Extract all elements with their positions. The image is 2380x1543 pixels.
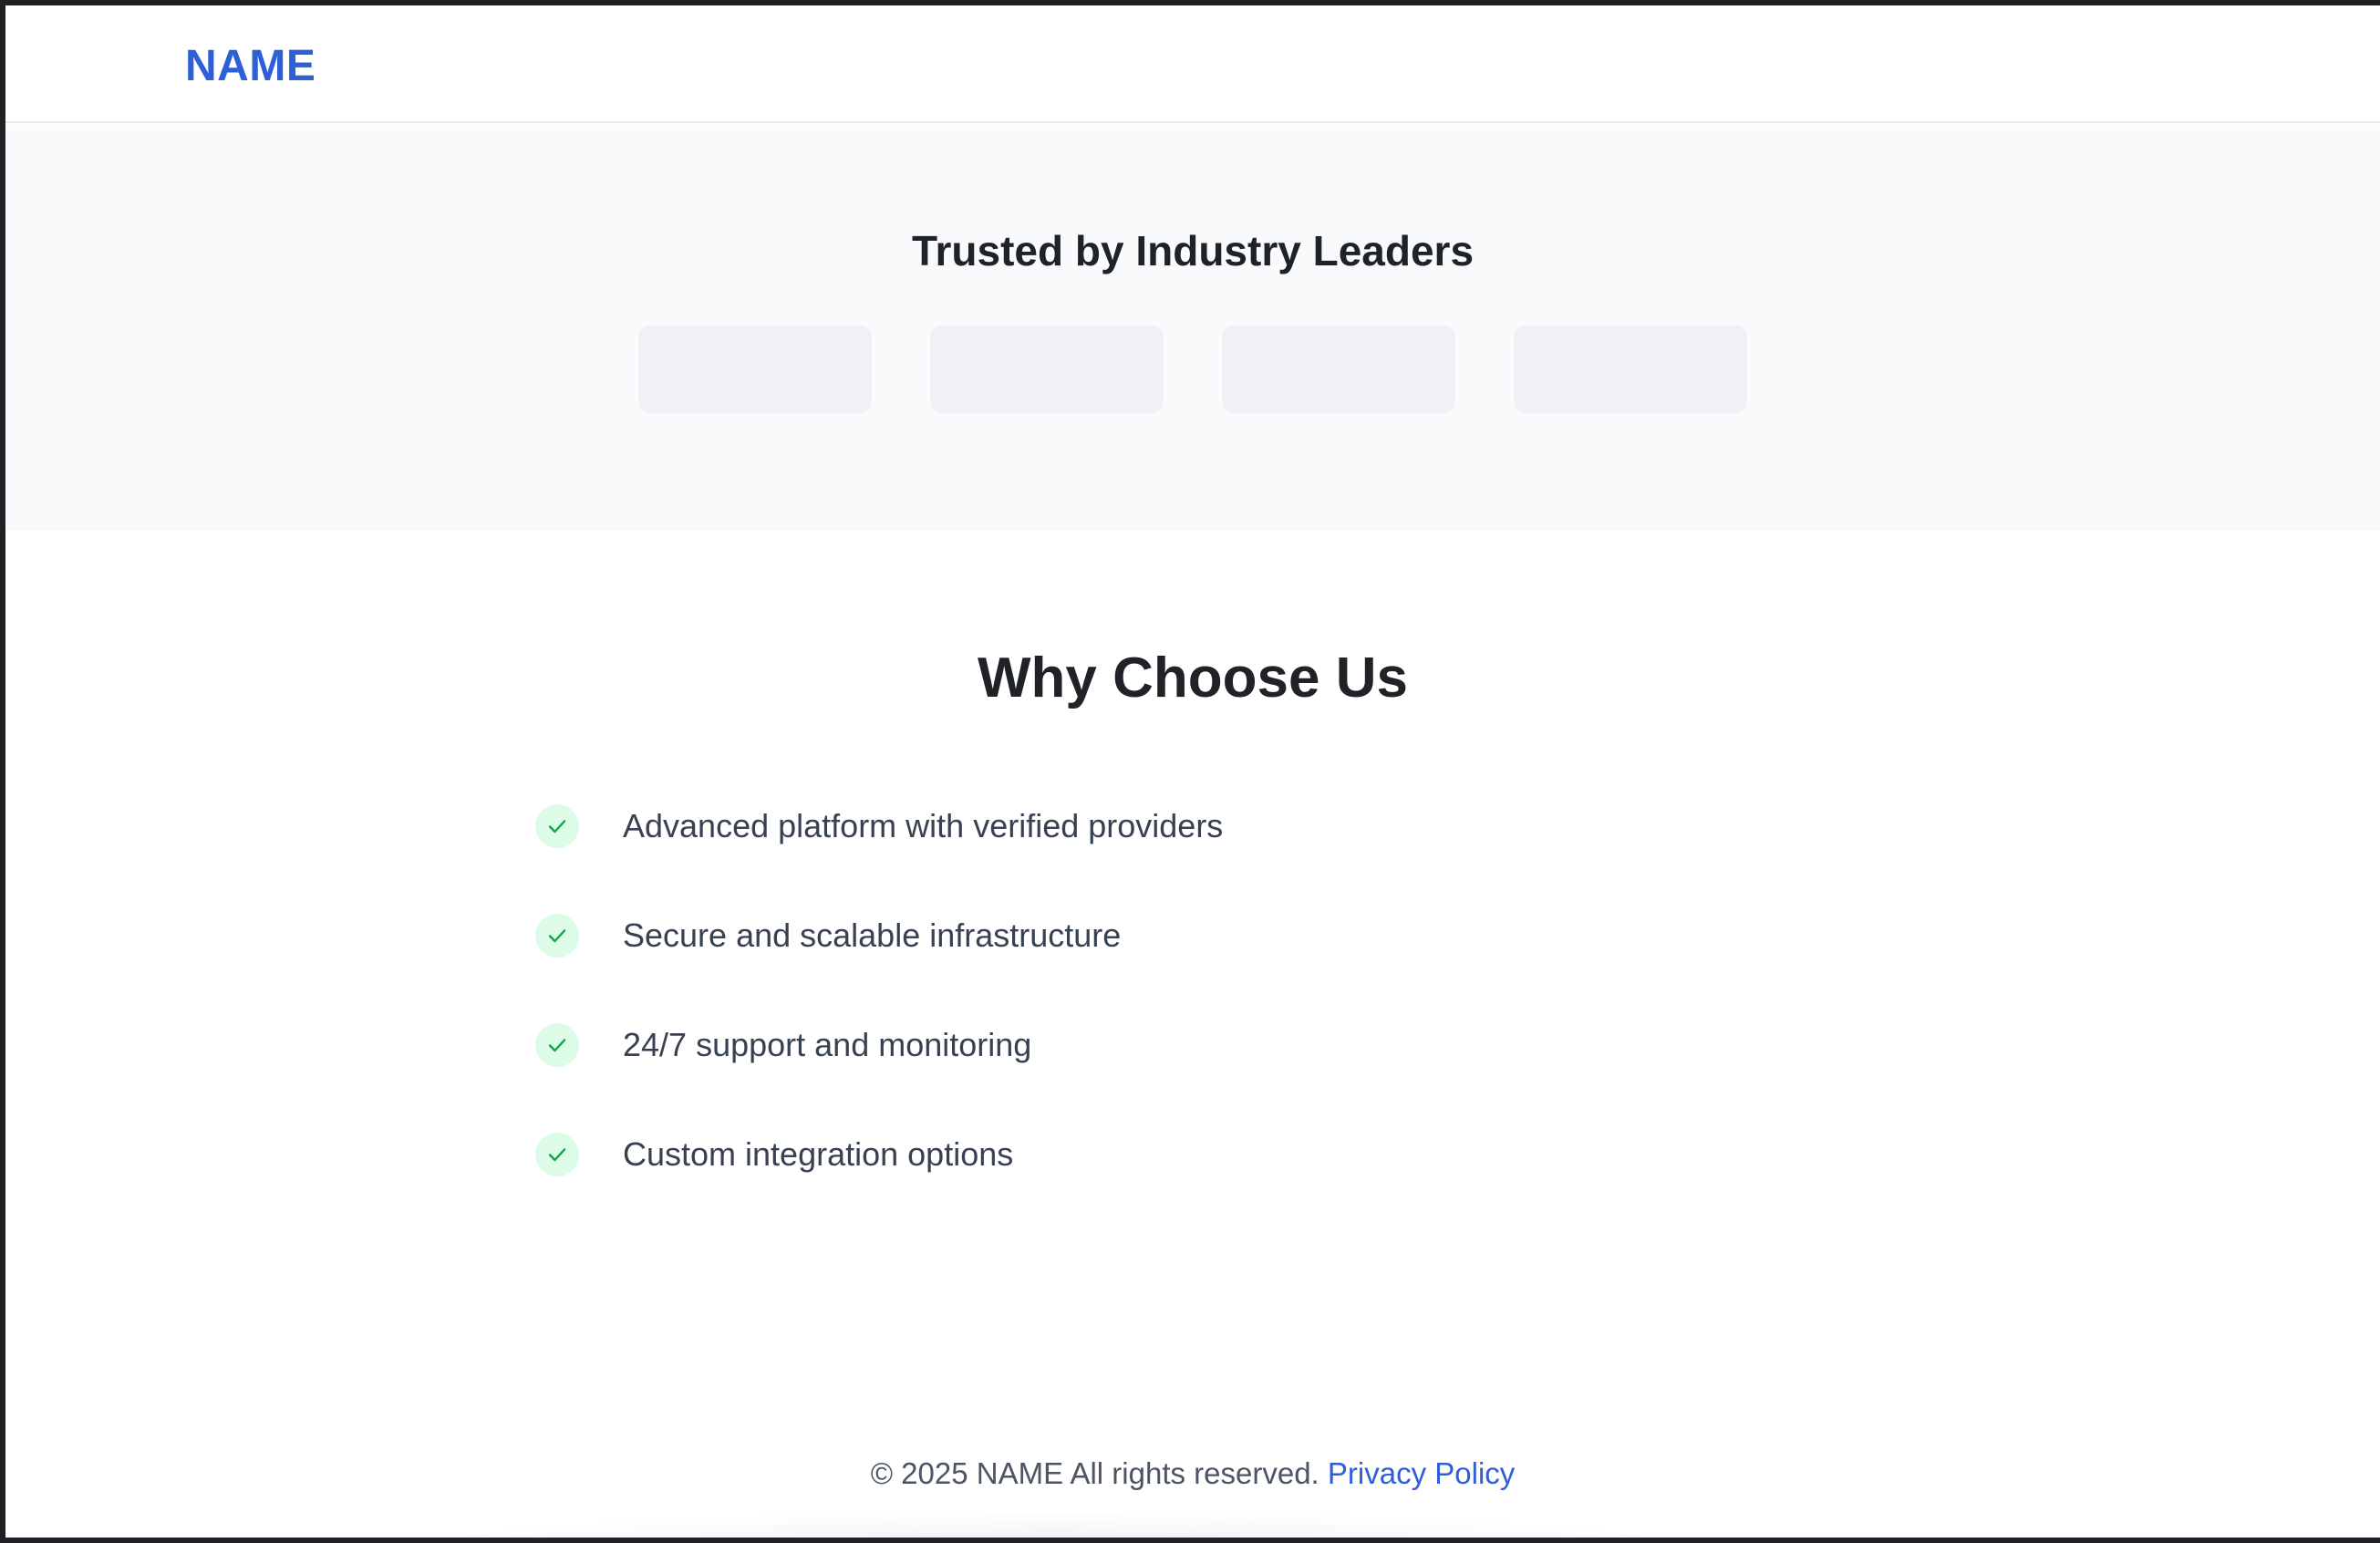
- partner-logo-placeholder: [930, 326, 1164, 413]
- trusted-section: Trusted by Industry Leaders: [5, 125, 2380, 531]
- feature-item: Secure and scalable infrastructure: [535, 912, 1121, 959]
- feature-label: 24/7 support and monitoring: [623, 1026, 1032, 1063]
- copyright-text: © 2025 NAME All rights reserved.: [870, 1456, 1319, 1490]
- why-choose-us-title: Why Choose Us: [978, 647, 1408, 709]
- footer: © 2025 NAME All rights reserved. Privacy…: [5, 1455, 2380, 1492]
- feature-item: Advanced platform with verified provider…: [535, 803, 1223, 850]
- footer-shadow: [407, 1510, 1702, 1538]
- trusted-title: Trusted by Industry Leaders: [911, 227, 1475, 274]
- feature-item: Custom integration options: [535, 1131, 1013, 1178]
- check-icon: [535, 914, 579, 958]
- browser-viewport: NAME Trusted by Industry Leaders Why Cho…: [5, 5, 2380, 1538]
- check-icon: [535, 804, 579, 848]
- brand-logo[interactable]: NAME: [185, 40, 316, 93]
- check-icon: [535, 1133, 579, 1176]
- feature-item: 24/7 support and monitoring: [535, 1021, 1031, 1069]
- privacy-policy-link[interactable]: Privacy Policy: [1328, 1456, 1515, 1490]
- feature-label: Secure and scalable infrastructure: [623, 916, 1122, 954]
- feature-label: Custom integration options: [623, 1135, 1014, 1173]
- partner-logo-placeholder: [1514, 326, 1747, 413]
- check-icon: [535, 1023, 579, 1067]
- feature-label: Advanced platform with verified provider…: [623, 807, 1224, 844]
- navbar: NAME: [5, 5, 2380, 123]
- partner-logo-placeholder: [638, 326, 872, 413]
- partner-logo-placeholder: [1222, 326, 1455, 413]
